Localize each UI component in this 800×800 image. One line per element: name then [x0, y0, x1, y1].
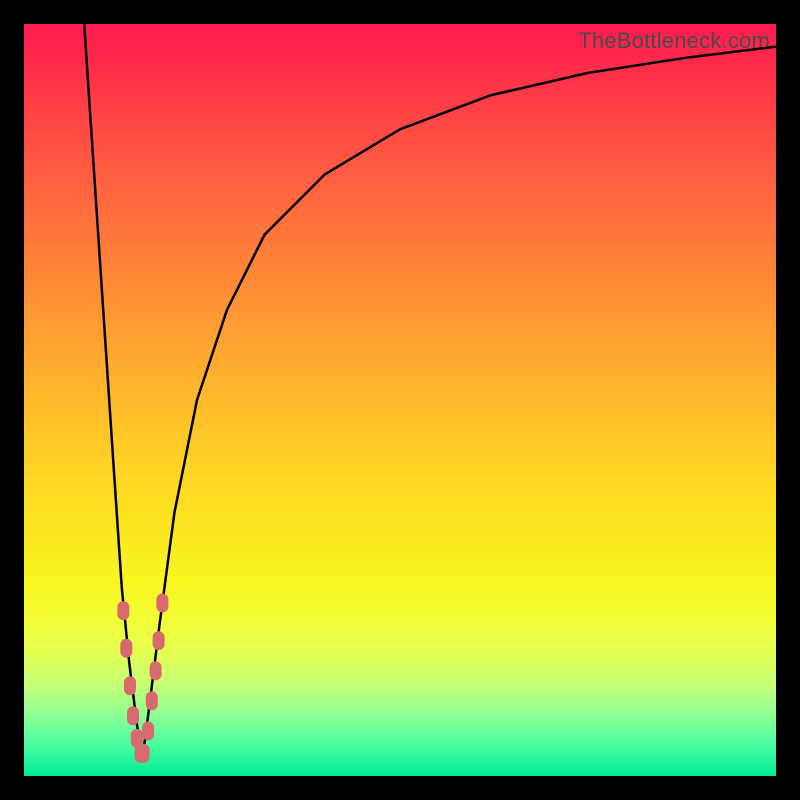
marker-point [150, 662, 161, 680]
bottleneck-curve-left [84, 24, 142, 761]
curve-layer [24, 24, 776, 776]
bottleneck-curve-right [142, 47, 776, 761]
marker-point [118, 602, 129, 620]
plot-area: TheBottleneck.com [24, 24, 776, 776]
marker-point [146, 692, 157, 710]
marker-point [125, 677, 136, 695]
marker-point [143, 722, 154, 740]
marker-point [153, 632, 164, 650]
chart-frame: TheBottleneck.com [0, 0, 800, 800]
marker-point [138, 744, 149, 762]
marker-point [121, 639, 132, 657]
marker-point [128, 707, 139, 725]
marker-point [157, 594, 168, 612]
